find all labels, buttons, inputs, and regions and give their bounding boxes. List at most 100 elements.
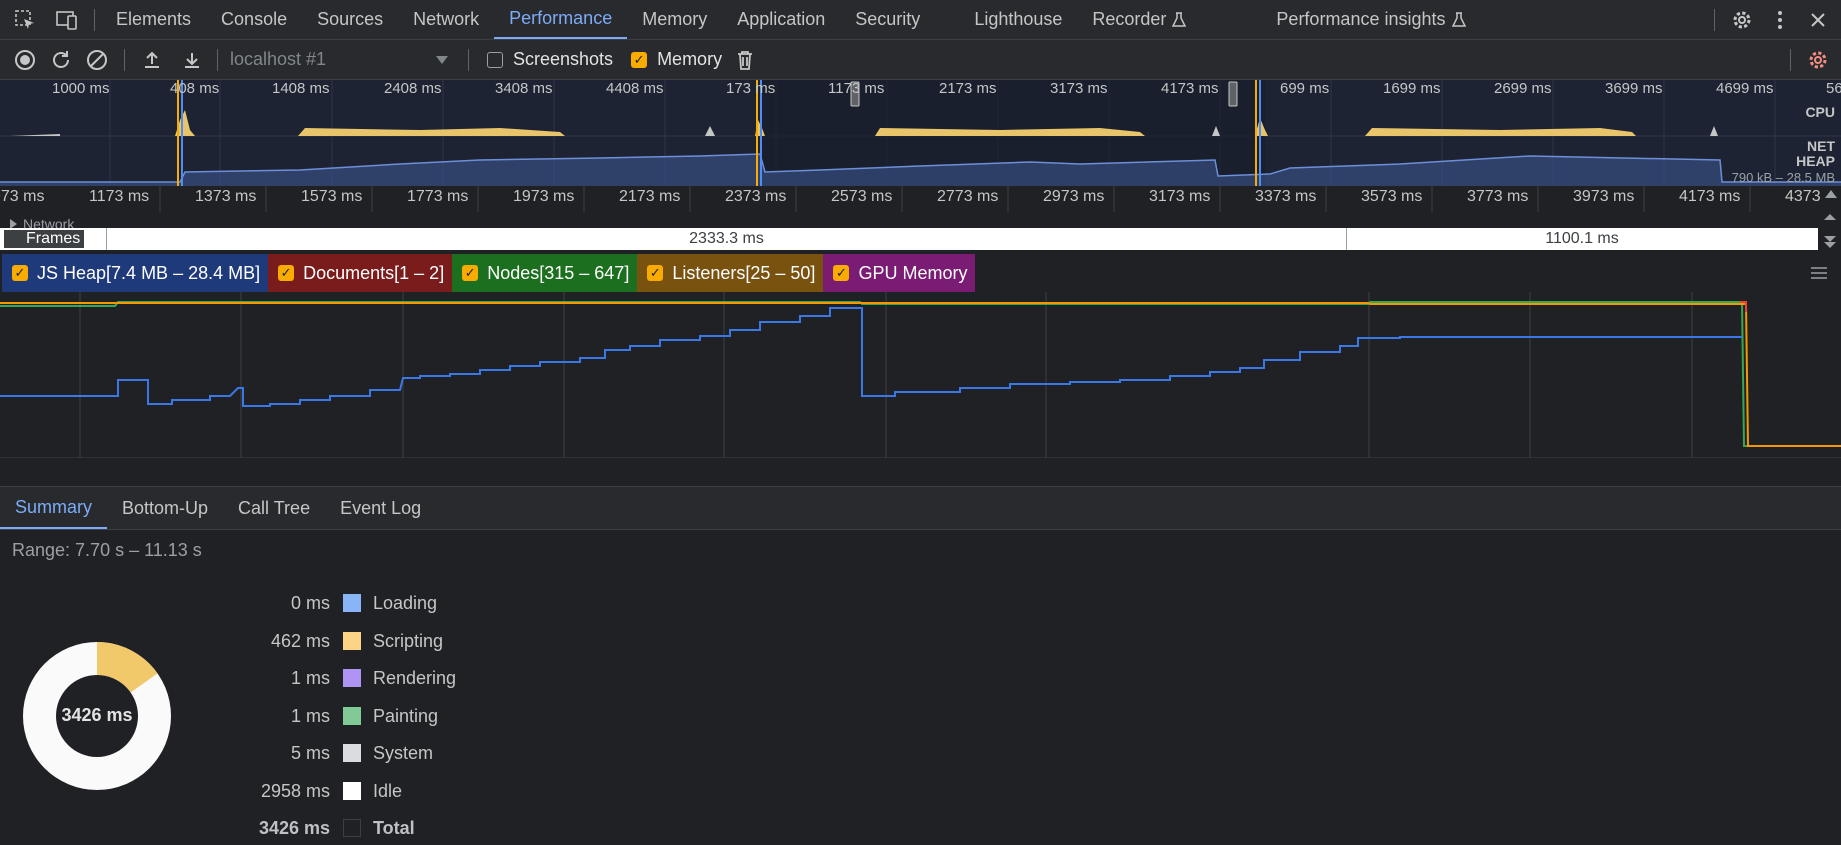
- counter-documents[interactable]: ✓ Documents[1 – 2]: [268, 254, 453, 292]
- counter-checkbox[interactable]: ✓: [462, 265, 479, 281]
- ruler-tick: 4373: [1785, 188, 1821, 205]
- legend-label: Painting: [373, 705, 439, 726]
- tab-security[interactable]: Security: [840, 0, 935, 39]
- flask-icon: [1451, 11, 1466, 28]
- inspect-element-icon[interactable]: [12, 7, 38, 33]
- overview-tick: 408 ms: [170, 80, 220, 97]
- timeline-overview[interactable]: 1000 ms 408 ms 1408 ms 2408 ms 3408 ms 4…: [0, 80, 1841, 186]
- legend-swatch: [343, 707, 361, 725]
- overview-tick: 2173 ms: [939, 80, 997, 97]
- overview-tick: 3408 ms: [495, 80, 553, 97]
- legend-swatch: [343, 744, 361, 762]
- legend-value: 3426 ms: [258, 817, 330, 838]
- legend-swatch: [343, 669, 361, 687]
- ruler-tick: 973 ms: [0, 188, 45, 205]
- counter-checkbox[interactable]: ✓: [647, 265, 664, 281]
- target-select[interactable]: localhost #1: [230, 49, 460, 70]
- settings-gear-icon[interactable]: [1729, 7, 1755, 33]
- tab-sources[interactable]: Sources: [302, 0, 398, 39]
- memory-counters-bar: ✓ JS Heap[7.4 MB – 28.4 MB] ✓ Documents[…: [0, 254, 1841, 292]
- tab-event-log[interactable]: Event Log: [325, 487, 436, 529]
- ruler-tick: 1773 ms: [407, 188, 469, 205]
- counter-label: Nodes[315 – 647]: [487, 262, 630, 283]
- tab-performance-insights-label: Performance insights: [1276, 9, 1446, 29]
- frame-block[interactable]: 1100.1 ms: [1346, 228, 1818, 250]
- frames-track-label: Frames: [4, 230, 85, 248]
- counter-js-heap[interactable]: ✓ JS Heap[7.4 MB – 28.4 MB]: [2, 254, 269, 292]
- legend-label: Rendering: [373, 667, 457, 688]
- legend-row-total: 3426 ms Total: [200, 816, 415, 840]
- overview-tick: 56: [1826, 80, 1841, 97]
- ruler-tick: 3573 ms: [1361, 188, 1423, 205]
- tab-network[interactable]: Network: [398, 0, 494, 39]
- download-profile-icon[interactable]: [179, 47, 205, 73]
- cpu-lane-label: CPU: [1805, 104, 1835, 120]
- legend-value: 1 ms: [290, 705, 330, 726]
- tab-lighthouse[interactable]: Lighthouse: [959, 0, 1077, 39]
- overview-tick: 173 ms: [726, 80, 776, 97]
- legend-value: 0 ms: [290, 592, 330, 613]
- ruler-tick: 2573 ms: [831, 188, 893, 205]
- capture-settings-gear-icon[interactable]: [1805, 47, 1831, 73]
- legend-row-loading: 0 ms Loading: [200, 591, 437, 615]
- overview-tick: 1000 ms: [52, 80, 110, 97]
- memory-label: Memory: [657, 49, 723, 69]
- tracks-scrollbar[interactable]: [1819, 212, 1841, 252]
- tab-performance-insights[interactable]: Performance insights: [1261, 0, 1480, 39]
- tab-summary[interactable]: Summary: [0, 487, 108, 529]
- counter-listeners[interactable]: ✓ Listeners[25 – 50]: [637, 254, 824, 292]
- legend-swatch: [343, 819, 361, 837]
- counter-checkbox[interactable]: ✓: [278, 265, 295, 281]
- ruler-tick: 3973 ms: [1573, 188, 1635, 205]
- frame-block[interactable]: 2333.3 ms: [106, 228, 1347, 250]
- ruler-tick: 2973 ms: [1043, 188, 1105, 205]
- tab-recorder[interactable]: Recorder: [1077, 0, 1201, 39]
- scroll-up-icon[interactable]: [1825, 190, 1837, 198]
- hamburger-menu-icon[interactable]: [1811, 267, 1827, 279]
- ruler-tick: 2173 ms: [619, 188, 681, 205]
- overview-tick: 3699 ms: [1605, 80, 1663, 97]
- counter-nodes[interactable]: ✓ Nodes[315 – 647]: [452, 254, 638, 292]
- ruler-tick: 4173 ms: [1679, 188, 1741, 205]
- tab-application[interactable]: Application: [722, 0, 840, 39]
- counter-checkbox[interactable]: ✓: [833, 265, 850, 281]
- legend-value: 5 ms: [290, 742, 330, 763]
- legend-label: Idle: [373, 780, 403, 801]
- tab-recorder-label: Recorder: [1092, 9, 1167, 29]
- memory-checkbox[interactable]: ✓: [631, 51, 648, 68]
- clear-icon[interactable]: [84, 47, 110, 73]
- performance-toolbar: localhost #1 Screenshots ✓ Memory: [0, 40, 1841, 80]
- overview-tick: 4699 ms: [1716, 80, 1774, 97]
- device-toolbar-icon[interactable]: [54, 7, 80, 33]
- overview-tick: 1173 ms: [828, 80, 885, 97]
- record-icon[interactable]: [12, 47, 38, 73]
- memory-counter-graph: [0, 292, 1841, 458]
- tab-call-tree[interactable]: Call Tree: [223, 487, 325, 529]
- legend-row-scripting: 462 ms Scripting: [200, 629, 443, 653]
- tab-performance[interactable]: Performance: [494, 0, 628, 39]
- counter-gpu-memory[interactable]: ✓ GPU Memory: [823, 254, 976, 292]
- ruler-tick: 3373 ms: [1255, 188, 1317, 205]
- counter-checkbox[interactable]: ✓: [12, 265, 28, 281]
- screenshots-checkbox[interactable]: [487, 51, 503, 68]
- garbage-collect-trash-icon[interactable]: [732, 47, 758, 73]
- tab-bottom-up[interactable]: Bottom-Up: [107, 487, 223, 529]
- heap-range-label: 790 kB – 28.5 MB: [1731, 170, 1835, 185]
- tab-memory[interactable]: Memory: [627, 0, 722, 39]
- more-options-icon[interactable]: [1767, 7, 1793, 33]
- counter-label: Documents[1 – 2]: [303, 262, 445, 283]
- dropdown-triangle-icon: [436, 55, 448, 64]
- legend-swatch: [343, 782, 361, 800]
- upload-profile-icon[interactable]: [139, 47, 165, 73]
- ruler-tick: 1373 ms: [195, 188, 257, 205]
- legend-row-idle: 2958 ms Idle: [200, 779, 402, 803]
- reload-record-icon[interactable]: [48, 47, 74, 73]
- legend-label: Loading: [373, 592, 438, 613]
- tab-console[interactable]: Console: [206, 0, 302, 39]
- frames-track[interactable]: Frames 2333.3 ms 1100.1 ms: [0, 228, 1818, 250]
- tab-elements[interactable]: Elements: [101, 0, 206, 39]
- overview-tick: 1699 ms: [1383, 80, 1441, 97]
- summary-range: Range: 7.70 s – 11.13 s: [12, 540, 202, 560]
- net-lane-label: NET: [1807, 138, 1835, 154]
- close-devtools-icon[interactable]: [1805, 7, 1831, 33]
